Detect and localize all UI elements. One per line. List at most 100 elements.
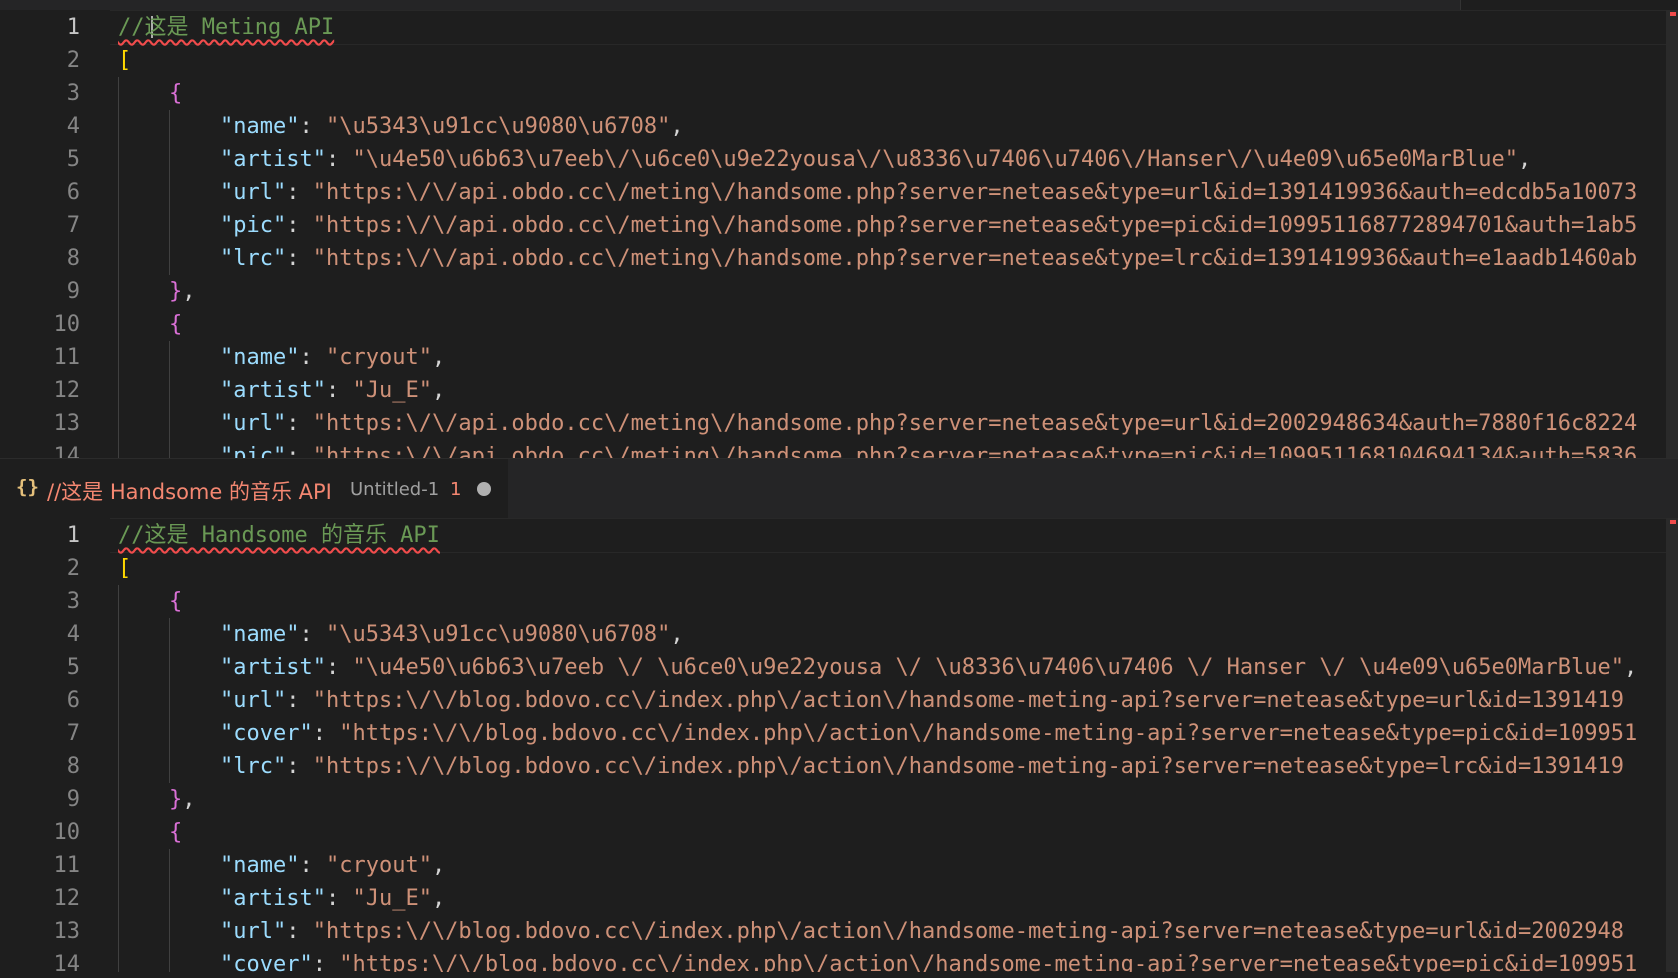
code-line[interactable]: 12 "artist": "Ju_E", (0, 374, 1678, 407)
line-code[interactable]: "name": "cryout", (220, 341, 445, 374)
line-code[interactable]: "url": "https:\/\/blog.bdovo.cc\/index.p… (220, 915, 1624, 948)
tab-strip-segment[interactable] (1186, 0, 1461, 10)
token-str: "Ju_E" (352, 886, 432, 911)
code-line[interactable]: 1 //这是 Meting API (0, 11, 1678, 44)
line-code[interactable]: }, (169, 783, 196, 816)
code-line[interactable]: 5 "artist": "\u4e50\u6b63\u7eeb \/ \u6ce0… (0, 651, 1678, 684)
code-line[interactable]: 3{ (0, 585, 1678, 618)
token-punct: , (182, 787, 196, 812)
token-punct: : (325, 378, 353, 403)
code-line[interactable]: 14 "cover": "https:\/\/blog.bdovo.cc\/ind… (0, 948, 1678, 972)
line-code[interactable]: "name": "\u5343\u91cc\u9080\u6708", (220, 110, 684, 143)
line-code[interactable]: { (169, 308, 182, 341)
code-line[interactable]: 10 { (0, 308, 1678, 341)
line-code[interactable]: "pic": "https:\/\/api.obdo.cc\/meting\/h… (220, 440, 1637, 458)
token-key: "url" (220, 919, 287, 944)
line-code[interactable]: }, (169, 275, 196, 308)
line-code[interactable]: { (169, 816, 182, 849)
line-code[interactable]: "artist": "\u4e50\u6b63\u7eeb \/ \u6ce0\… (220, 651, 1637, 684)
editor-pane-handsome[interactable]: 1//这是 Handsome 的音乐 API 2[3{4 "name": "\u53… (0, 518, 1678, 972)
token-bracket2: } (169, 787, 183, 812)
code-line[interactable]: 13 "url": "https:\/\/blog.bdovo.cc\/index… (0, 915, 1678, 948)
token-punct: : (299, 622, 326, 647)
token-key: "artist" (220, 147, 326, 172)
line-code[interactable]: { (169, 77, 182, 110)
token-punct: : (286, 688, 313, 713)
code-line[interactable]: 2[ (0, 552, 1678, 585)
line-number: 5 (66, 147, 80, 172)
token-bracket2: { (169, 81, 183, 106)
token-bracket1: [ (118, 556, 132, 581)
indent-guide (169, 849, 170, 972)
tab-strip-empty (508, 459, 1678, 519)
line-code[interactable]: "cover": "https:\/\/blog.bdovo.cc\/index… (220, 717, 1637, 750)
token-str: "\u4e50\u6b63\u7eeb \/ \u6ce0\u9e22yousa… (352, 655, 1624, 680)
token-str: "https:\/\/api.obdo.cc\/meting\/handsome… (312, 444, 1638, 458)
token-key: "cover" (220, 952, 313, 972)
token-key: "artist" (220, 886, 326, 911)
tab-strip-segment[interactable] (508, 0, 915, 10)
code-line[interactable]: 6 "url": "https:\/\/api.obdo.cc\/meting\/… (0, 176, 1678, 209)
code-line[interactable]: 8 "lrc": "https:\/\/blog.bdovo.cc\/index.… (0, 750, 1678, 783)
indent-guide (169, 341, 170, 458)
line-code[interactable]: "artist": "Ju_E", (220, 882, 445, 915)
token-str: "https:\/\/blog.bdovo.cc\/index.php\/act… (312, 688, 1625, 713)
line-code[interactable]: "name": "cryout", (220, 849, 445, 882)
line-code[interactable]: [ (118, 552, 131, 585)
token-punct: : (299, 345, 326, 370)
line-number: 14 (53, 444, 81, 458)
unsaved-dot-icon[interactable] (477, 482, 491, 496)
line-code[interactable]: //这是 Handsome 的音乐 API (118, 519, 440, 552)
code-line[interactable]: 4 "name": "\u5343\u91cc\u9080\u6708", (0, 110, 1678, 143)
line-code[interactable]: "name": "\u5343\u91cc\u9080\u6708", (220, 618, 684, 651)
token-bracket2: { (169, 820, 183, 845)
code-line[interactable]: 7 "cover": "https:\/\/blog.bdovo.cc\/inde… (0, 717, 1678, 750)
line-code[interactable]: //这是 Meting API (118, 11, 334, 44)
line-code[interactable]: [ (118, 44, 131, 77)
line-number: 8 (66, 754, 80, 779)
editor-tab-untitled[interactable]: {} //这是 Handsome 的音乐 API Untitled-1 1 (0, 459, 509, 519)
line-code[interactable]: "lrc": "https:\/\/api.obdo.cc\/meting\/h… (220, 242, 1637, 275)
top-tab-strip (0, 0, 1678, 10)
token-comment: //这是 Handsome 的音乐 API (118, 523, 440, 548)
line-code[interactable]: "url": "https:\/\/api.obdo.cc\/meting\/h… (220, 407, 1637, 440)
json-file-icon: {} (16, 476, 39, 498)
token-key: "cover" (220, 721, 313, 746)
code-line[interactable]: 8 "lrc": "https:\/\/api.obdo.cc\/meting\/… (0, 242, 1678, 275)
line-code[interactable]: "pic": "https:\/\/api.obdo.cc\/meting\/h… (220, 209, 1637, 242)
code-line[interactable]: 10 { (0, 816, 1678, 849)
line-code[interactable]: "cover": "https:\/\/blog.bdovo.cc\/index… (220, 948, 1637, 972)
code-line[interactable]: 12 "artist": "Ju_E", (0, 882, 1678, 915)
code-line[interactable]: 11 "name": "cryout", (0, 341, 1678, 374)
code-line[interactable]: 7 "pic": "https:\/\/api.obdo.cc\/meting\/… (0, 209, 1678, 242)
line-code[interactable]: "url": "https:\/\/blog.bdovo.cc\/index.p… (220, 684, 1624, 717)
code-line[interactable]: 1 //这是 Handsome 的音乐 API (0, 519, 1678, 552)
editor-pane-meting[interactable]: 1//这是 Meting API 2[3{ 4 "name": "\u5343\u91… (0, 10, 1678, 458)
line-code[interactable]: "artist": "\u4e50\u6b63\u7eeb\/\u6ce0\u9… (220, 143, 1531, 176)
code-line[interactable]: 3{ (0, 77, 1678, 110)
code-line[interactable]: 9}, (0, 783, 1678, 816)
line-number: 14 (53, 952, 81, 972)
line-code[interactable]: "lrc": "https:\/\/blog.bdovo.cc\/index.p… (220, 750, 1624, 783)
tab-strip-segment[interactable] (914, 0, 1187, 10)
line-code[interactable]: "artist": "Ju_E", (220, 374, 445, 407)
code-line[interactable]: 6 "url": "https:\/\/blog.bdovo.cc\/index.… (0, 684, 1678, 717)
code-line[interactable]: 5 "artist": "\u4e50\u6b63\u7eeb\/\u6ce0\u… (0, 143, 1678, 176)
code-line[interactable]: 13 "url": "https:\/\/api.obdo.cc\/meting\… (0, 407, 1678, 440)
token-key: "lrc" (220, 246, 287, 271)
line-number: 11 (53, 853, 81, 878)
tab-strip-segment[interactable] (0, 0, 509, 10)
line-number: 4 (66, 114, 80, 139)
code-line[interactable]: 2[ (0, 44, 1678, 77)
code-line[interactable]: 4 "name": "\u5343\u91cc\u9080\u6708", (0, 618, 1678, 651)
line-number: 3 (66, 589, 80, 614)
token-punct: , (670, 114, 684, 139)
code-line[interactable]: 9}, (0, 275, 1678, 308)
line-number: 6 (66, 688, 80, 713)
line-code[interactable]: "url": "https:\/\/api.obdo.cc\/meting\/h… (220, 176, 1637, 209)
token-comment: //这是 Meting API (118, 15, 335, 40)
token-bracket1: [ (118, 48, 132, 73)
code-line[interactable]: 14 "pic": "https:\/\/api.obdo.cc\/meting\… (0, 440, 1678, 458)
line-code[interactable]: { (169, 585, 182, 618)
code-line[interactable]: 11 "name": "cryout", (0, 849, 1678, 882)
